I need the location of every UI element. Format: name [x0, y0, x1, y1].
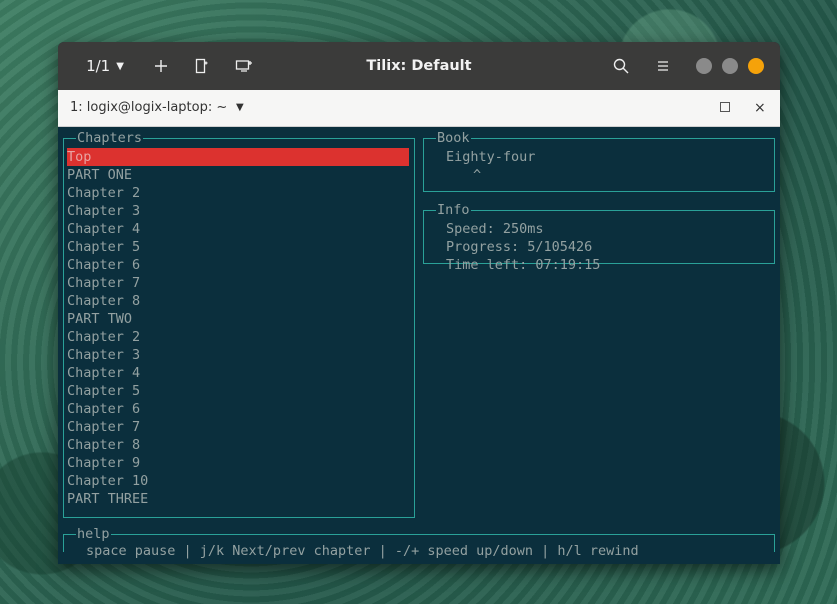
book-cursor: ^ — [473, 167, 482, 183]
chapter-item[interactable]: Chapter 9 — [67, 454, 140, 472]
progress-text: Progress: 5/105426 — [446, 239, 593, 255]
terminal-tab-bar: 1: logix@logix-laptop: ~ ▼ × — [58, 90, 780, 127]
chapter-item[interactable]: Chapter 7 — [67, 274, 140, 292]
terminal-area[interactable]: Chapters Top PART ONE Chapter 2 Chapter 3 Ch… — [58, 127, 780, 564]
chapter-item[interactable]: Chapter 8 — [67, 292, 140, 310]
chapter-item[interactable]: Chapter 10 — [67, 472, 148, 490]
chapter-item[interactable]: Chapter 3 — [67, 346, 140, 364]
session-switcher[interactable]: 1/1 ▼ — [70, 42, 140, 90]
split-terminal-button[interactable] — [191, 42, 213, 90]
help-title: help — [76, 525, 111, 543]
split-icon — [195, 58, 208, 74]
add-icon — [155, 60, 167, 72]
help-text: space pause | j/k Next/prev chapter | -/… — [86, 543, 639, 559]
add-terminal-button[interactable] — [150, 42, 172, 90]
maximize-button[interactable] — [722, 58, 738, 74]
chapter-item[interactable]: PART THREE — [67, 490, 148, 508]
speed-text: Speed: 250ms — [446, 221, 544, 237]
session-label: 1/1 — [86, 57, 111, 75]
time-left-text: Time left: 07:19:15 — [446, 257, 601, 273]
close-terminal-button[interactable]: × — [754, 90, 766, 126]
chapter-item[interactable]: Chapter 6 — [67, 256, 140, 274]
chapter-item[interactable]: Chapter 4 — [67, 364, 140, 382]
new-window-button[interactable] — [232, 42, 256, 90]
tilix-window: 1/1 ▼ Tilix: Default 1: logix@logix-lapt… — [58, 42, 780, 564]
chapter-item[interactable]: Chapter 6 — [67, 400, 140, 418]
menu-button[interactable] — [652, 42, 674, 90]
close-button[interactable] — [748, 58, 764, 74]
chapter-item[interactable]: PART TWO — [67, 310, 132, 328]
minimize-button[interactable] — [696, 58, 712, 74]
book-pane: Book Eighty-four ^ — [423, 129, 775, 192]
chevron-down-icon[interactable]: ▼ — [236, 90, 244, 126]
book-title: Book — [436, 129, 471, 147]
menu-icon — [658, 61, 668, 71]
chapter-item[interactable]: Chapter 2 — [67, 328, 140, 346]
chapter-item[interactable]: Top — [67, 148, 409, 166]
search-icon — [613, 58, 629, 74]
chapter-item[interactable]: Chapter 5 — [67, 238, 140, 256]
chapter-item[interactable]: Chapter 3 — [67, 202, 140, 220]
search-button[interactable] — [610, 42, 632, 90]
chapter-item[interactable]: Chapter 7 — [67, 418, 140, 436]
terminal-title[interactable]: 1: logix@logix-laptop: ~ — [70, 90, 227, 126]
chapter-item[interactable]: PART ONE — [67, 166, 132, 184]
book-name: Eighty-four — [446, 149, 536, 165]
chapter-item[interactable]: Chapter 4 — [67, 220, 140, 238]
maximize-terminal-icon[interactable] — [720, 102, 730, 112]
chapters-pane: Chapters Top PART ONE Chapter 2 Chapter 3 Ch… — [63, 129, 415, 518]
window-title: Tilix: Default — [366, 58, 472, 74]
new-window-icon — [235, 60, 252, 72]
chapters-title: Chapters — [76, 129, 144, 147]
chapter-item[interactable]: Chapter 5 — [67, 382, 140, 400]
chapter-item[interactable]: Chapter 2 — [67, 184, 140, 202]
info-title: Info — [436, 201, 471, 219]
help-pane: help space pause | j/k Next/prev chapter… — [63, 525, 775, 559]
chapter-item[interactable]: Chapter 8 — [67, 436, 140, 454]
info-pane: Info Speed: 250ms Progress: 5/105426 Tim… — [423, 201, 775, 273]
title-bar: 1/1 ▼ Tilix: Default — [58, 42, 780, 90]
chevron-down-icon: ▼ — [116, 60, 124, 72]
